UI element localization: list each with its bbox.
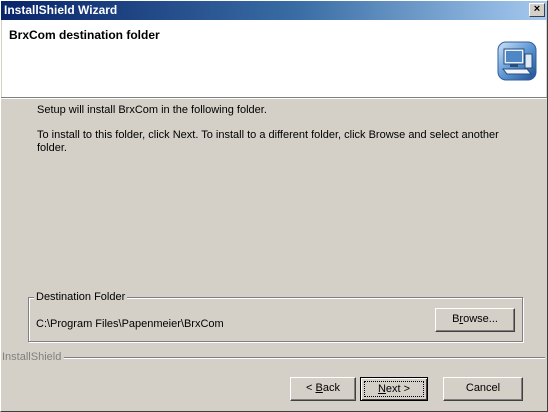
back-label-end: ack xyxy=(322,382,340,394)
next-label-accelerator: N xyxy=(377,383,386,395)
close-icon: × xyxy=(533,3,541,15)
close-button[interactable]: × xyxy=(529,3,545,17)
back-label-start: < xyxy=(306,382,316,394)
back-label-accelerator: B xyxy=(315,382,323,394)
install-info-text: Setup will install BrxCom in the followi… xyxy=(37,104,267,116)
cancel-button[interactable]: Cancel xyxy=(443,377,523,401)
next-button[interactable]: Next > xyxy=(360,377,428,401)
installshield-window: InstallShield Wizard × BrxCom destinatio… xyxy=(0,0,548,412)
wizard-header: BrxCom destination folder xyxy=(2,20,546,97)
footer-divider-highlight xyxy=(61,358,545,359)
computer-setup-icon xyxy=(497,41,537,81)
browse-label-end: owse... xyxy=(463,313,498,325)
title-bar[interactable]: InstallShield Wizard × xyxy=(1,1,547,20)
back-button[interactable]: < Back xyxy=(290,377,356,401)
next-label-end: ext > xyxy=(385,383,411,395)
header-divider-highlight xyxy=(1,98,547,99)
destination-folder-legend: Destination Folder xyxy=(34,291,128,304)
browse-button[interactable]: Browse... xyxy=(435,308,515,332)
window-title: InstallShield Wizard xyxy=(4,3,118,17)
installshield-brand: InstallShield xyxy=(2,351,65,364)
destination-path: C:\Program Files\Papenmeier\BrxCom xyxy=(36,318,224,330)
next-focus-ring: Next > xyxy=(364,381,424,397)
page-title: BrxCom destination folder xyxy=(9,28,160,42)
install-instructions-text: To install to this folder, click Next. T… xyxy=(37,129,499,154)
